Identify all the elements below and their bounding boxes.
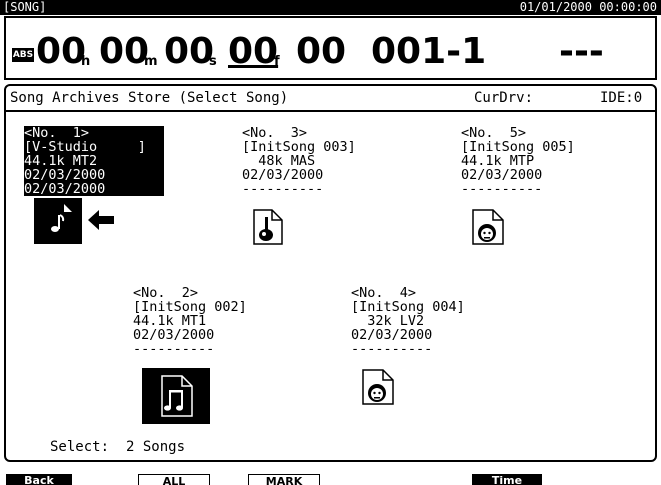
song-item-4[interactable]: <No. 4> [InitSong 004] 32k LV2 02/03/200… <box>351 286 501 356</box>
minutes-unit: m <box>144 54 158 69</box>
song-number: <No. 3> <box>242 125 308 141</box>
select-label: Select: <box>50 439 110 455</box>
minutes-value: 00 <box>99 31 150 72</box>
song-number: <No. 1> <box>24 125 90 141</box>
date-time: 01/01/2000 00:00:00 <box>519 0 657 14</box>
song-item-5[interactable]: <No. 5> [InitSong 005] 44.1k MTP 02/03/2… <box>461 126 621 196</box>
song-date: 02/03/2000 <box>24 167 106 183</box>
song-date-2: ---------- <box>133 341 215 357</box>
song-date-2: ---------- <box>242 181 324 197</box>
subframes-value: 00 <box>296 31 347 72</box>
song-item-3[interactable]: <No. 3> [InitSong 003] 48k MAS 02/03/200… <box>242 126 382 196</box>
panel-header: Song Archives Store (Select Song) CurDrv… <box>6 86 655 112</box>
song-item-1[interactable]: <No. 1> [V-Studio ] 44.1k MT2 02/03/2000… <box>24 126 164 196</box>
all-button[interactable]: ALL <box>138 474 210 485</box>
song-date-2: ---------- <box>461 181 543 197</box>
face-icon[interactable] <box>361 368 395 410</box>
hours-unit: h <box>81 54 91 69</box>
abs-badge: ABS <box>12 48 34 62</box>
select-count: 2 Songs <box>126 439 186 455</box>
song-name: [InitSong 004] <box>351 299 465 315</box>
time-button[interactable]: Time <box>472 474 542 485</box>
face-icon[interactable] <box>471 208 505 250</box>
song-name: [V-Studio ] <box>24 139 146 155</box>
marker-display: --- <box>559 31 604 72</box>
page-title: Song Archives Store (Select Song) <box>10 90 289 106</box>
song-date-2: ---------- <box>351 341 433 357</box>
hours-value: 00 <box>36 31 87 72</box>
status-bar: [SONG] 01/01/2000 00:00:00 <box>0 0 661 15</box>
double-music-note-icon[interactable] <box>142 368 210 428</box>
left-arrow-icon <box>88 210 114 234</box>
song-format: 44.1k MT2 <box>24 153 98 169</box>
song-date: 02/03/2000 <box>461 167 543 183</box>
mark-button[interactable]: MARK <box>248 474 320 485</box>
song-format: 32k LV2 <box>351 313 425 329</box>
song-format: 44.1k MT1 <box>133 313 207 329</box>
back-button[interactable]: Back <box>6 474 72 485</box>
screen-name: [SONG] <box>3 0 47 14</box>
song-date: 02/03/2000 <box>242 167 324 183</box>
song-format: 48k MAS <box>242 153 316 169</box>
current-drive-label: CurDrv: <box>474 90 534 106</box>
song-number: <No. 2> <box>133 285 199 301</box>
song-item-2[interactable]: <No. 2> [InitSong 002] 44.1k MT1 02/03/2… <box>133 286 283 356</box>
song-number: <No. 5> <box>461 125 527 141</box>
measure-beat: 001-1 <box>371 31 487 72</box>
song-name: [InitSong 003] <box>242 139 356 155</box>
music-note-icon[interactable] <box>34 198 82 248</box>
song-archive-panel: Song Archives Store (Select Song) CurDrv… <box>4 84 657 462</box>
frames-unit: f <box>274 54 280 69</box>
song-format: 44.1k MTP <box>461 153 535 169</box>
song-date: 02/03/2000 <box>351 327 433 343</box>
guitar-icon[interactable] <box>252 208 284 250</box>
song-name: [InitSong 002] <box>133 299 247 315</box>
seconds-value: 00 <box>164 31 215 72</box>
current-drive-value: IDE:0 <box>600 90 643 106</box>
song-date-2: 02/03/2000 <box>24 181 106 197</box>
seconds-unit: s <box>209 54 217 69</box>
song-name: [InitSong 005] <box>461 139 575 155</box>
song-number: <No. 4> <box>351 285 417 301</box>
frames-value[interactable]: 00 <box>228 32 278 72</box>
song-date: 02/03/2000 <box>133 327 215 343</box>
time-display: ABS 00 h 00 m 00 s 00 f 00 001-1 --- <box>4 16 657 80</box>
